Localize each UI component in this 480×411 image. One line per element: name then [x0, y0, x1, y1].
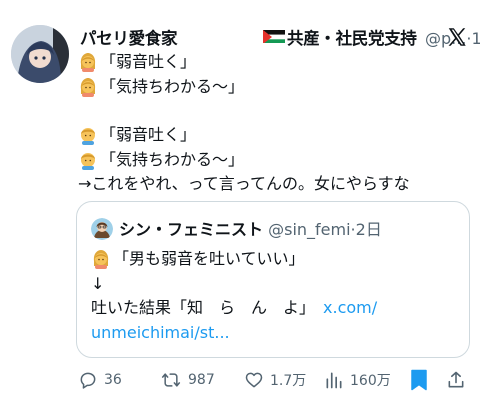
quoted-line: 「男も弱音を吐いていい」 [91, 247, 461, 272]
repost-icon [161, 373, 181, 387]
quoted-post[interactable]: シン・フェミニスト @sin_femi·2日 「男も弱音を吐いていい」 ↓ 吐い… [76, 201, 470, 358]
post-text: 「気持ちわかる〜」 [100, 76, 245, 96]
x-logo-icon[interactable] [446, 26, 468, 48]
post-text: 「気持ちわかる〜」 [100, 149, 245, 169]
man-emoji-icon [81, 152, 95, 170]
woman-emoji-icon [93, 250, 109, 270]
man-emoji-icon [81, 128, 95, 146]
quoted-post-time[interactable]: 2日 [356, 220, 382, 239]
quoted-text: 吐いた結果「知 ら ん よ」 [91, 298, 316, 318]
reply-count: 36 [104, 372, 122, 388]
post-time[interactable]: 1日 [472, 29, 480, 48]
post-line: 「気持ちわかる〜」 [78, 75, 473, 100]
post-body: 「弱音吐く」 「気持ちわかる〜」 「弱音吐く」 「気持ちわかる〜」 →これをやれ… [78, 50, 473, 197]
reply-button[interactable]: 36 [78, 366, 122, 394]
views-button[interactable]: 160万 [324, 366, 391, 394]
quoted-author-name[interactable]: シン・フェミニスト [119, 220, 263, 239]
quoted-post-header: シン・フェミニスト @sin_femi·2日 [119, 216, 382, 240]
view-count: 160万 [350, 373, 391, 389]
action-bar: 36 987 1.7万 160万 [0, 366, 480, 394]
quoted-line: unmeichimai/st... [91, 321, 461, 346]
views-chart-icon [326, 372, 342, 389]
repost-button[interactable]: 987 [160, 366, 215, 394]
post-line: →これをやれ、って言ってんの。女にやらすな [78, 172, 473, 197]
quoted-handle-time: @sin_femi·2日 [268, 220, 382, 239]
post-line: 「弱音吐く」 [78, 50, 473, 75]
post-text: 「弱音吐く」 [100, 52, 197, 72]
post-line: 「気持ちわかる〜」 [78, 148, 473, 173]
post-line: 「弱音吐く」 [78, 123, 473, 148]
like-button[interactable]: 1.7万 [244, 366, 306, 394]
quoted-author-avatar[interactable] [91, 218, 113, 240]
quoted-link-continued[interactable]: unmeichimai/st... [91, 321, 230, 345]
palestine-flag-icon [263, 29, 285, 43]
quoted-text: ↓ [91, 273, 105, 293]
quoted-text: 「男も弱音を吐いていい」 [113, 249, 305, 269]
post-text: →これをやれ、って言ってんの。女にやらすな [78, 174, 410, 194]
author-avatar[interactable] [11, 25, 69, 83]
quoted-link[interactable]: x.com/ [323, 296, 377, 320]
bookmark-icon [411, 369, 427, 391]
repost-count: 987 [188, 372, 215, 388]
quoted-author-handle[interactable]: @sin_femi [268, 220, 350, 239]
like-count: 1.7万 [270, 373, 307, 389]
woman-emoji-icon [80, 77, 96, 97]
heart-icon [245, 372, 263, 388]
reply-icon [80, 372, 96, 389]
author-party[interactable]: 共産・社民党支持 [287, 25, 417, 49]
post-text: 「弱音吐く」 [100, 125, 197, 145]
author-name[interactable]: パセリ愛食家 [80, 25, 178, 49]
quoted-line: ↓ [91, 272, 461, 297]
quoted-line: 吐いた結果「知 ら ん よ」 x.com/ [91, 296, 461, 321]
woman-emoji-icon [80, 53, 96, 73]
share-icon [448, 371, 464, 388]
post-header: パセリ愛食家 共産・社民党支持 @p...·1日 [80, 23, 480, 49]
bookmark-button[interactable] [410, 366, 428, 394]
share-button[interactable] [446, 366, 466, 394]
quoted-post-body: 「男も弱音を吐いていい」 ↓ 吐いた結果「知 ら ん よ」 x.com/ unm… [91, 247, 461, 345]
